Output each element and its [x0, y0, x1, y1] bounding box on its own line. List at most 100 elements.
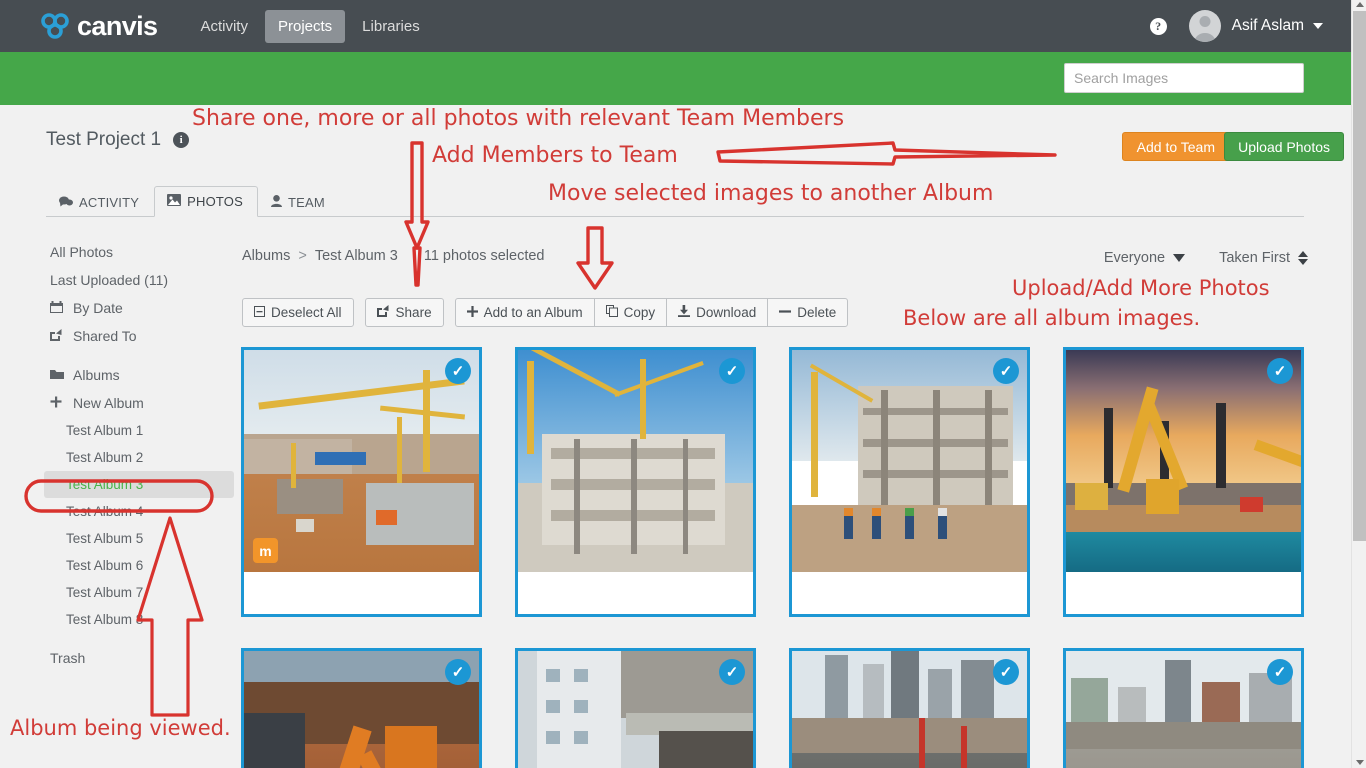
breadcrumb-albums[interactable]: Albums: [242, 248, 290, 264]
tab-bar: ACTIVITY PHOTOS TEAM: [46, 185, 1304, 217]
photo-thumbnail[interactable]: ✓ m: [244, 350, 479, 572]
tab-photos-label: PHOTOS: [187, 194, 243, 209]
sidebar-item-albums[interactable]: Albums: [44, 361, 234, 389]
photo-thumbnail[interactable]: ✓: [518, 350, 753, 572]
sidebar-item-test-album-6[interactable]: Test Album 6: [44, 552, 234, 579]
project-title-text: Test Project 1: [46, 129, 162, 150]
delete-button[interactable]: Delete: [767, 298, 849, 327]
photo-art: [244, 651, 479, 768]
sidebar-item-label: Test Album 1: [66, 423, 144, 438]
photo-art: [518, 651, 753, 768]
photo-card[interactable]: ✓ m: [241, 347, 482, 617]
audience-filter-label: Everyone: [1103, 250, 1166, 266]
page-title: Test Project 1 i: [46, 129, 190, 151]
photo-thumbnail[interactable]: ✓: [244, 651, 479, 768]
photo-thumbnail[interactable]: ✓: [792, 651, 1027, 768]
sidebar-item-label: Test Album 5: [66, 531, 144, 546]
photo-card[interactable]: ✓: [1063, 347, 1304, 617]
sidebar-item-label: All Photos: [50, 244, 114, 260]
photo-card[interactable]: ✓: [789, 648, 1030, 768]
photo-thumbnail[interactable]: ✓: [1066, 350, 1301, 572]
photo-thumbnail[interactable]: ✓: [1066, 651, 1301, 768]
share-icon: [376, 305, 390, 320]
photo-selected-badge[interactable]: ✓: [993, 358, 1019, 384]
tab-team[interactable]: TEAM: [258, 187, 340, 217]
photo-thumbnail[interactable]: ✓: [518, 651, 753, 768]
sidebar-item-new-album[interactable]: New Album: [44, 389, 234, 417]
sidebar-item-by-date[interactable]: By Date: [44, 294, 234, 322]
sidebar-item-trash[interactable]: Trash: [44, 644, 234, 672]
brand-logo[interactable]: canvis: [40, 12, 158, 40]
sidebar-item-shared-to[interactable]: Shared To: [44, 322, 234, 350]
breadcrumb-current-album[interactable]: Test Album 3: [315, 248, 398, 264]
upload-photos-button[interactable]: Upload Photos: [1224, 132, 1344, 161]
help-icon[interactable]: ?: [1149, 17, 1167, 35]
photo-art: [792, 651, 1027, 768]
tab-photos[interactable]: PHOTOS: [154, 186, 258, 217]
search-input[interactable]: [1064, 63, 1304, 93]
scroll-down-arrow-icon[interactable]: [1356, 760, 1364, 765]
nav-link-libraries[interactable]: Libraries: [349, 10, 433, 43]
info-circle-icon[interactable]: i: [173, 132, 190, 148]
photo-selected-badge[interactable]: ✓: [445, 659, 471, 685]
toolbar-group-deselect: Deselect All: [242, 298, 354, 327]
action-toolbar: Deselect All Share Add to an Album Copy …: [242, 298, 859, 327]
add-to-album-button[interactable]: Add to an Album: [454, 298, 595, 327]
sidebar-item-label: Albums: [73, 367, 120, 383]
download-label: Download: [696, 305, 757, 320]
sidebar-item-test-album-2[interactable]: Test Album 2: [44, 444, 234, 471]
photo-selected-badge[interactable]: ✓: [445, 358, 471, 384]
navbar-right: ? Asif Aslam: [1149, 10, 1323, 42]
photo-selected-badge[interactable]: ✓: [993, 659, 1019, 685]
sidebar-item-label: Test Album 7: [66, 585, 144, 600]
sidebar-item-label: Test Album 3: [66, 477, 144, 492]
photo-card[interactable]: ✓: [1063, 648, 1304, 768]
chevron-down-icon: [1173, 254, 1186, 262]
annotation-upload-more-note: Upload/Add More Photos: [1012, 276, 1270, 300]
sidebar-item-test-album-3[interactable]: Test Album 3: [44, 471, 234, 498]
sidebar-item-test-album-5[interactable]: Test Album 5: [44, 525, 234, 552]
vertical-scrollbar[interactable]: [1351, 0, 1366, 768]
sidebar-item-test-album-1[interactable]: Test Album 1: [44, 417, 234, 444]
arrow-to-add-to-album-button: [576, 226, 614, 290]
audience-filter[interactable]: Everyone: [1103, 250, 1186, 266]
sidebar-item-test-album-7[interactable]: Test Album 7: [44, 579, 234, 606]
chevron-down-icon[interactable]: [1313, 23, 1323, 29]
photo-selected-badge[interactable]: ✓: [1267, 358, 1293, 384]
photo-marker-badge[interactable]: m: [253, 538, 278, 563]
vertical-scrollbar-thumb[interactable]: [1353, 11, 1366, 541]
copy-button[interactable]: Copy: [593, 298, 668, 327]
sort-control[interactable]: Taken First: [1219, 250, 1308, 266]
sidebar-item-test-album-8[interactable]: Test Album 8: [44, 606, 234, 633]
tab-activity[interactable]: ACTIVITY: [46, 187, 154, 217]
scroll-up-arrow-icon[interactable]: [1356, 2, 1364, 7]
photo-card[interactable]: ✓: [241, 648, 482, 768]
deselect-all-button[interactable]: Deselect All: [242, 298, 354, 327]
photo-caption: [792, 572, 1027, 614]
user-name[interactable]: Asif Aslam: [1232, 17, 1304, 35]
photo-art: [792, 350, 1027, 572]
photo-selected-badge[interactable]: ✓: [719, 358, 745, 384]
photo-card[interactable]: ✓: [515, 347, 756, 617]
photo-selected-badge[interactable]: ✓: [1267, 659, 1293, 685]
annotation-add-members-note: Add Members to Team: [432, 143, 678, 168]
nav-link-activity[interactable]: Activity: [187, 10, 261, 43]
sidebar-item-last-uploaded[interactable]: Last Uploaded (11): [44, 266, 234, 294]
photo-thumbnail[interactable]: ✓: [792, 350, 1027, 572]
nav-link-projects[interactable]: Projects: [264, 9, 346, 43]
breadcrumb-separator: >: [298, 248, 307, 264]
download-button[interactable]: Download: [666, 298, 769, 327]
toolbar-group-actions: Add to an Album Copy Download Delete: [454, 298, 849, 327]
sort-control-label: Taken First: [1219, 250, 1290, 266]
share-button[interactable]: Share: [364, 298, 444, 327]
sidebar-item-all-photos[interactable]: All Photos: [44, 238, 234, 266]
photo-art: [518, 350, 753, 572]
add-to-team-button[interactable]: Add to Team: [1121, 132, 1230, 161]
avatar[interactable]: [1188, 10, 1221, 42]
user-icon: [270, 195, 282, 210]
photo-card[interactable]: ✓: [515, 648, 756, 768]
sidebar-item-test-album-4[interactable]: Test Album 4: [44, 498, 234, 525]
sidebar-item-label: Test Album 4: [66, 504, 144, 519]
photo-selected-badge[interactable]: ✓: [719, 659, 745, 685]
photo-card[interactable]: ✓: [789, 347, 1030, 617]
